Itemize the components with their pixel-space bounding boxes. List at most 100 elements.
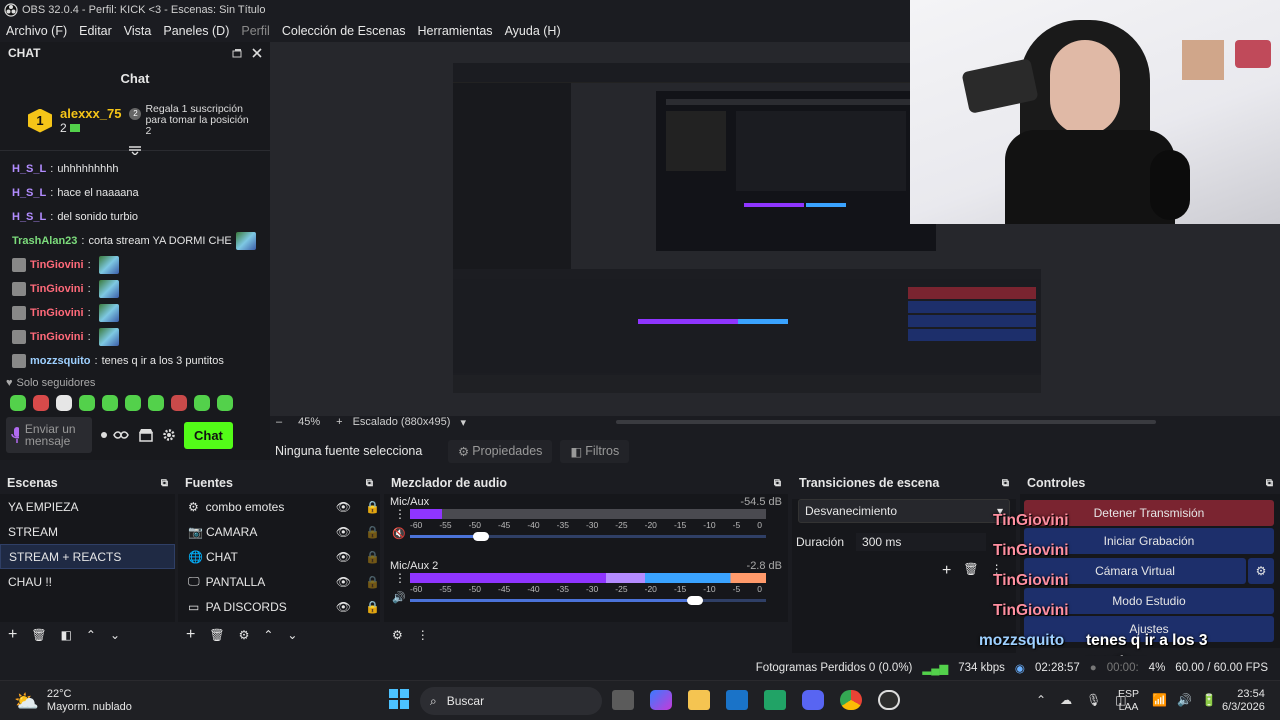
emote-icon[interactable]: [102, 395, 118, 411]
visibility-eye-icon[interactable]: 👁: [336, 600, 351, 614]
menu-ayuda[interactable]: Ayuda (H): [499, 24, 567, 38]
chevron-down-icon[interactable]: ⌄: [287, 628, 297, 642]
virtual-camera-settings-icon[interactable]: ⚙: [1248, 558, 1274, 584]
copilot-icon[interactable]: [650, 690, 672, 710]
mute-icon[interactable]: 🔇: [392, 527, 406, 540]
chat-username[interactable]: TinGiovini: [30, 331, 84, 343]
chat-username[interactable]: mozzsquito: [30, 355, 91, 367]
float-icon[interactable]: ⧉: [161, 478, 168, 489]
visibility-eye-icon[interactable]: 👁: [336, 575, 351, 589]
start-icon[interactable]: [389, 689, 409, 709]
mic-icon[interactable]: 🎙: [1086, 693, 1101, 707]
menu-archivo[interactable]: Archivo (F): [0, 24, 73, 38]
transition-select[interactable]: Desvanecimiento ▾: [798, 499, 1010, 523]
store-icon[interactable]: [138, 427, 154, 443]
emote-icon[interactable]: [217, 395, 233, 411]
scene-item[interactable]: STREAM + REACTS: [0, 544, 175, 569]
source-item[interactable]: 🌐 CHAT 👁 🔒: [178, 544, 380, 569]
trash-icon[interactable]: 🗑: [31, 628, 46, 642]
link-icon[interactable]: ⚙: [392, 628, 403, 642]
weather-widget[interactable]: ⛅ 22°C Mayorm. nublado: [14, 688, 132, 714]
scaling-label[interactable]: Escalado (880x495): [353, 416, 451, 428]
lock-icon[interactable]: 🔒: [365, 600, 380, 614]
obs-taskbar-icon[interactable]: [878, 690, 900, 710]
zoom-in-icon[interactable]: +: [336, 416, 342, 428]
source-item[interactable]: 🖵 PANTALLA 👁 🔒: [178, 569, 380, 594]
add-icon[interactable]: +: [186, 626, 195, 644]
menu-dots-icon[interactable]: ⋮: [394, 571, 406, 585]
menu-vista[interactable]: Vista: [118, 24, 158, 38]
close-icon[interactable]: [252, 48, 262, 58]
chevron-down-icon[interactable]: ⌄: [110, 628, 120, 642]
speaker-icon[interactable]: 🔊: [392, 591, 406, 604]
float-icon[interactable]: ⧉: [1002, 478, 1009, 489]
send-chat-button[interactable]: Chat: [184, 421, 233, 449]
emote-icon[interactable]: [194, 395, 210, 411]
chat-username[interactable]: TinGiovini: [30, 307, 84, 319]
visibility-eye-icon[interactable]: 👁: [336, 550, 351, 564]
taskbar-search[interactable]: ⌕ Buscar: [420, 687, 602, 715]
scene-item[interactable]: STREAM: [0, 519, 175, 544]
menu-editar[interactable]: Editar: [73, 24, 118, 38]
visibility-eye-icon[interactable]: 👁: [336, 500, 351, 514]
float-icon[interactable]: ⧉: [1266, 478, 1273, 489]
chrome-icon[interactable]: [840, 690, 862, 710]
source-item[interactable]: 📷 CAMARA 👁 🔒: [178, 519, 380, 544]
chat-username[interactable]: TinGiovini: [30, 259, 84, 271]
mic-icon[interactable]: [10, 426, 19, 444]
task-view-icon[interactable]: [612, 690, 634, 710]
zoom-out-icon[interactable]: –: [276, 416, 282, 428]
lock-icon[interactable]: 🔒: [365, 500, 380, 514]
emote-icon[interactable]: [148, 395, 164, 411]
emote-icon[interactable]: [79, 395, 95, 411]
expand-icon[interactable]: [128, 145, 142, 155]
chevron-up-icon[interactable]: ⌃: [263, 628, 273, 642]
lock-icon[interactable]: 🔒: [365, 550, 380, 564]
scene-item[interactable]: YA EMPIEZA: [0, 494, 175, 519]
trash-icon[interactable]: 🗑: [209, 628, 224, 642]
language-indicator[interactable]: ESP LAA: [1118, 688, 1139, 714]
folder-icon[interactable]: [688, 690, 710, 710]
chat-username[interactable]: H_S_L: [12, 211, 46, 223]
menu-dots-icon[interactable]: ⋮: [417, 628, 429, 642]
volume-slider[interactable]: 🔊: [392, 592, 782, 606]
menu-herramientas[interactable]: Herramientas: [412, 24, 499, 38]
pinned-user[interactable]: alexxx_75: [60, 106, 121, 121]
filters-button[interactable]: ◧ Filtros: [560, 439, 630, 463]
volume-slider[interactable]: 🔇: [392, 528, 782, 542]
lock-icon[interactable]: 🔒: [365, 575, 380, 589]
word-icon[interactable]: [726, 690, 748, 710]
emote-icon[interactable]: [171, 395, 187, 411]
emote-icon[interactable]: [33, 395, 49, 411]
chat-input[interactable]: Enviar un mensaje: [6, 417, 92, 453]
trash-icon[interactable]: 🗑: [963, 562, 978, 580]
chat-username[interactable]: TinGiovini: [30, 283, 84, 295]
menu-dots-icon[interactable]: ⋮: [394, 507, 406, 521]
cloud-sync-icon[interactable]: ☁: [1060, 693, 1072, 707]
chevron-up-icon[interactable]: ⌃: [86, 628, 96, 642]
status-icons[interactable]: 📶 🔊 🔋: [1152, 693, 1217, 707]
discord-icon[interactable]: [802, 690, 824, 710]
chat-username[interactable]: H_S_L: [12, 163, 46, 175]
visibility-eye-icon[interactable]: 👁: [336, 525, 351, 539]
emote-icon[interactable]: [56, 395, 72, 411]
properties-button[interactable]: ⚙ Propiedades: [448, 439, 553, 463]
emote-icon[interactable]: [125, 395, 141, 411]
source-item[interactable]: ▭ PA DISCORDS 👁 🔒: [178, 594, 380, 619]
float-icon[interactable]: ⧉: [774, 478, 781, 489]
gear-icon[interactable]: [162, 428, 176, 442]
gear-icon[interactable]: ⚙: [239, 628, 250, 642]
preview-scrollbar[interactable]: [615, 420, 1156, 424]
scene-item[interactable]: CHAU !!: [0, 569, 175, 594]
clock[interactable]: 23:54 6/3/2026: [1222, 688, 1265, 714]
duration-input[interactable]: 300 ms: [856, 533, 987, 551]
volume-slider-handle[interactable]: [473, 532, 489, 541]
float-icon[interactable]: ⧉: [366, 478, 373, 489]
lock-icon[interactable]: 🔒: [365, 525, 380, 539]
volume-slider-handle[interactable]: [687, 596, 703, 605]
float-icon[interactable]: [232, 48, 242, 58]
infinity-icon[interactable]: [100, 428, 130, 442]
filter-icon[interactable]: ◧: [61, 628, 72, 642]
emote-icon[interactable]: [10, 395, 26, 411]
chat-username[interactable]: H_S_L: [12, 187, 46, 199]
